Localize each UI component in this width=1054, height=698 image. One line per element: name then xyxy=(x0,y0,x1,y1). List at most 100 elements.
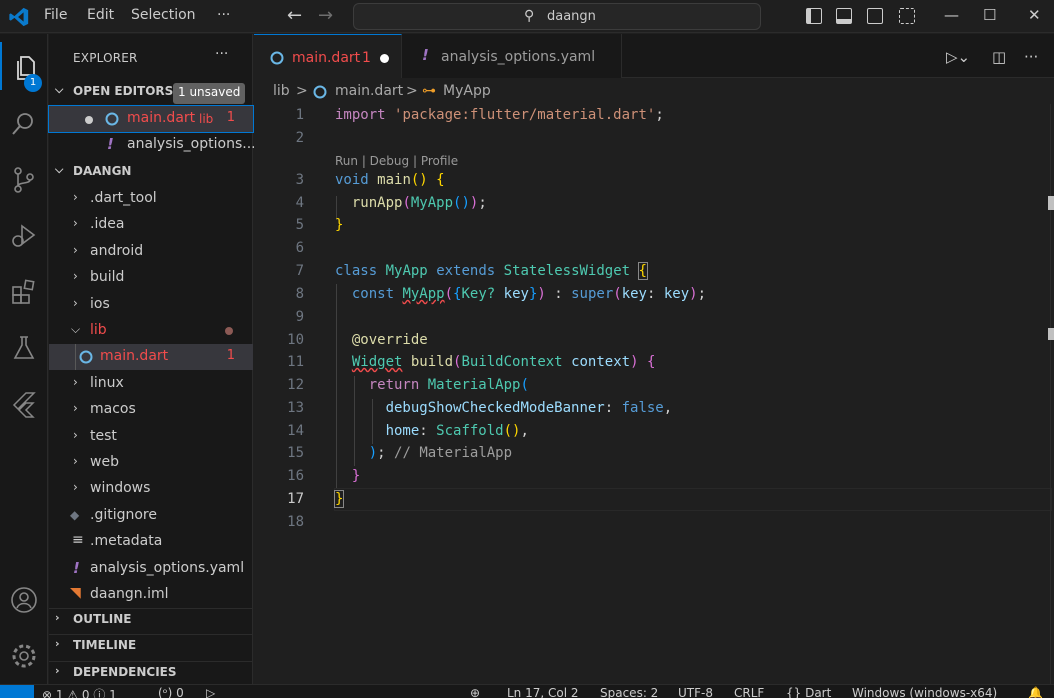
command-center-search[interactable]: ⚲ daangn xyxy=(353,3,761,30)
chevron-down-icon: ⌵ xyxy=(71,322,81,336)
unsaved-dot-icon xyxy=(85,116,93,124)
language-mode[interactable]: {} Dart xyxy=(786,686,831,698)
folder-idea[interactable]: › .idea xyxy=(49,212,253,238)
code-line: return MaterialApp( xyxy=(368,377,529,393)
flutter-activity[interactable] xyxy=(0,378,48,426)
breadcrumb-symbol[interactable]: MyApp xyxy=(443,83,491,99)
menu-selection[interactable]: Selection xyxy=(131,7,196,23)
class-symbol-icon: ⊶ xyxy=(422,83,436,99)
source-control-icon xyxy=(14,167,34,193)
customize-layout-icon[interactable] xyxy=(899,8,915,24)
file-analysis-options[interactable]: ! analysis_options.yaml xyxy=(49,556,253,582)
cursor-position[interactable]: Ln 17, Col 2 xyxy=(507,686,579,698)
folder-ios[interactable]: › ios xyxy=(49,292,253,318)
line-number: 9 xyxy=(295,309,304,325)
file-gitignore[interactable]: ◆ .gitignore xyxy=(49,503,253,529)
folder-linux[interactable]: › linux xyxy=(49,371,253,397)
run-debug-icon[interactable]: ▷⌄ xyxy=(946,48,970,66)
folder-web[interactable]: › web xyxy=(49,450,253,476)
maximize-icon[interactable]: ☐ xyxy=(983,6,996,24)
breadcrumb-file[interactable]: main.dart xyxy=(335,83,403,99)
run-debug-activity[interactable] xyxy=(0,210,48,258)
indentation[interactable]: Spaces: 2 xyxy=(600,686,658,698)
yaml-file-icon: ! xyxy=(107,135,114,153)
file-label: analysis_options.yaml xyxy=(90,560,245,576)
folder-test[interactable]: › test xyxy=(49,424,253,450)
menu-file[interactable]: File xyxy=(44,7,67,23)
folder-macos[interactable]: › macos xyxy=(49,397,253,423)
notifications-icon[interactable]: 🔔 xyxy=(1028,686,1043,698)
testing-activity[interactable] xyxy=(0,322,48,370)
folder-lib[interactable]: ⌵ lib xyxy=(49,318,253,344)
file-main-dart[interactable]: main.dart 1 xyxy=(49,344,253,370)
dependencies-header[interactable]: › DEPENDENCIES xyxy=(49,661,253,683)
code-line: } xyxy=(351,468,361,484)
open-editor-analysis-options[interactable]: ! analysis_options... xyxy=(49,132,256,158)
outline-label: OUTLINE xyxy=(73,612,132,626)
extensions-activity[interactable] xyxy=(0,266,48,314)
line-number: 5 xyxy=(295,217,304,233)
breadcrumb-folder[interactable]: lib xyxy=(273,83,290,99)
account-icon xyxy=(11,587,37,613)
more-actions-icon[interactable]: ··· xyxy=(215,46,228,62)
back-arrow-icon[interactable]: ← xyxy=(287,5,302,26)
problems-indicator[interactable]: ⊗ 1 ⚠ 0 ⓘ 1 xyxy=(42,686,117,698)
open-editor-main-dart[interactable]: main.dart lib 1 xyxy=(48,105,254,133)
accounts-activity[interactable] xyxy=(0,574,48,622)
chevron-right-icon: › xyxy=(55,611,60,624)
folder-windows[interactable]: › windows xyxy=(49,476,253,502)
project-header[interactable]: ⌵ DAANGN xyxy=(49,161,253,183)
flutter-icon xyxy=(12,392,36,418)
outline-header[interactable]: › OUTLINE xyxy=(49,608,253,630)
code-lens-run-debug-profile[interactable]: Run | Debug | Profile xyxy=(335,154,458,168)
close-icon[interactable]: ✕ xyxy=(1028,6,1041,24)
open-editors-header[interactable]: ⌵ OPEN EDITORS 1 unsaved xyxy=(49,81,253,104)
status-bar: ⊗ 1 ⚠ 0 ⓘ 1 (ᵒ) 0 ▷ ⊕ Ln 17, Col 2 Space… xyxy=(0,684,1054,698)
toggle-panel-icon[interactable] xyxy=(836,8,852,24)
toggle-secondary-sidebar-icon[interactable] xyxy=(867,8,883,24)
more-actions-icon[interactable]: ··· xyxy=(1024,48,1038,66)
folder-label: .dart_tool xyxy=(90,190,157,206)
code-line: void main() { xyxy=(335,172,445,188)
device-platform[interactable]: Windows (windows-x64) xyxy=(852,686,997,698)
forward-arrow-icon[interactable]: → xyxy=(318,5,333,26)
code-editor[interactable]: 1 2 3 4 5 6 7 8 9 10 11 12 13 14 15 16 1… xyxy=(254,104,1054,684)
chevron-right-icon: › xyxy=(73,454,78,468)
file-daangn-iml[interactable]: ◥ daangn.iml xyxy=(49,582,253,608)
run-icon[interactable]: ▷ xyxy=(206,686,215,698)
folder-label: ios xyxy=(90,296,110,312)
ports-indicator[interactable]: (ᵒ) 0 xyxy=(158,686,184,698)
code-line: class MyApp extends StatelessWidget { xyxy=(335,262,649,280)
file-metadata[interactable]: ≡ .metadata xyxy=(49,529,253,555)
folder-dart-tool[interactable]: › .dart_tool xyxy=(49,186,253,212)
breadcrumb-separator: > xyxy=(296,83,308,99)
encoding[interactable]: UTF-8 xyxy=(678,686,713,698)
code-line: Widget build(BuildContext context) { xyxy=(351,354,656,370)
split-editor-icon[interactable]: ◫ xyxy=(992,48,1006,66)
tab-analysis-options[interactable]: ! analysis_options.yaml xyxy=(402,34,622,78)
explorer-activity[interactable]: 1 xyxy=(0,42,48,92)
code-line: runApp(MyApp()); xyxy=(351,195,487,211)
gear-icon xyxy=(12,644,36,668)
toggle-primary-sidebar-icon[interactable] xyxy=(806,8,822,24)
search-activity[interactable] xyxy=(0,98,48,146)
remote-indicator-icon[interactable] xyxy=(0,685,34,698)
dart-file-icon xyxy=(105,112,119,126)
folder-android[interactable]: › android xyxy=(49,239,253,265)
minimize-icon[interactable]: — xyxy=(944,6,959,24)
folder-build[interactable]: › build xyxy=(49,265,253,291)
source-control-activity[interactable] xyxy=(0,154,48,202)
line-ending[interactable]: CRLF xyxy=(734,686,764,698)
zoom-icon[interactable]: ⊕ xyxy=(470,686,480,698)
overview-ruler xyxy=(1050,104,1051,684)
explorer-sidebar: EXPLORER ··· ⌵ OPEN EDITORS 1 unsaved ma… xyxy=(48,34,256,684)
tab-main-dart[interactable]: main.dart 1 xyxy=(254,34,402,78)
dependencies-label: DEPENDENCIES xyxy=(73,665,177,679)
menu-edit[interactable]: Edit xyxy=(87,7,114,23)
chevron-right-icon: › xyxy=(55,637,60,650)
manage-activity[interactable] xyxy=(0,630,48,678)
timeline-header[interactable]: › TIMELINE xyxy=(49,634,253,656)
text-file-icon: ≡ xyxy=(72,532,84,548)
menu-more[interactable]: ··· xyxy=(217,7,230,23)
line-number: 10 xyxy=(287,332,304,348)
